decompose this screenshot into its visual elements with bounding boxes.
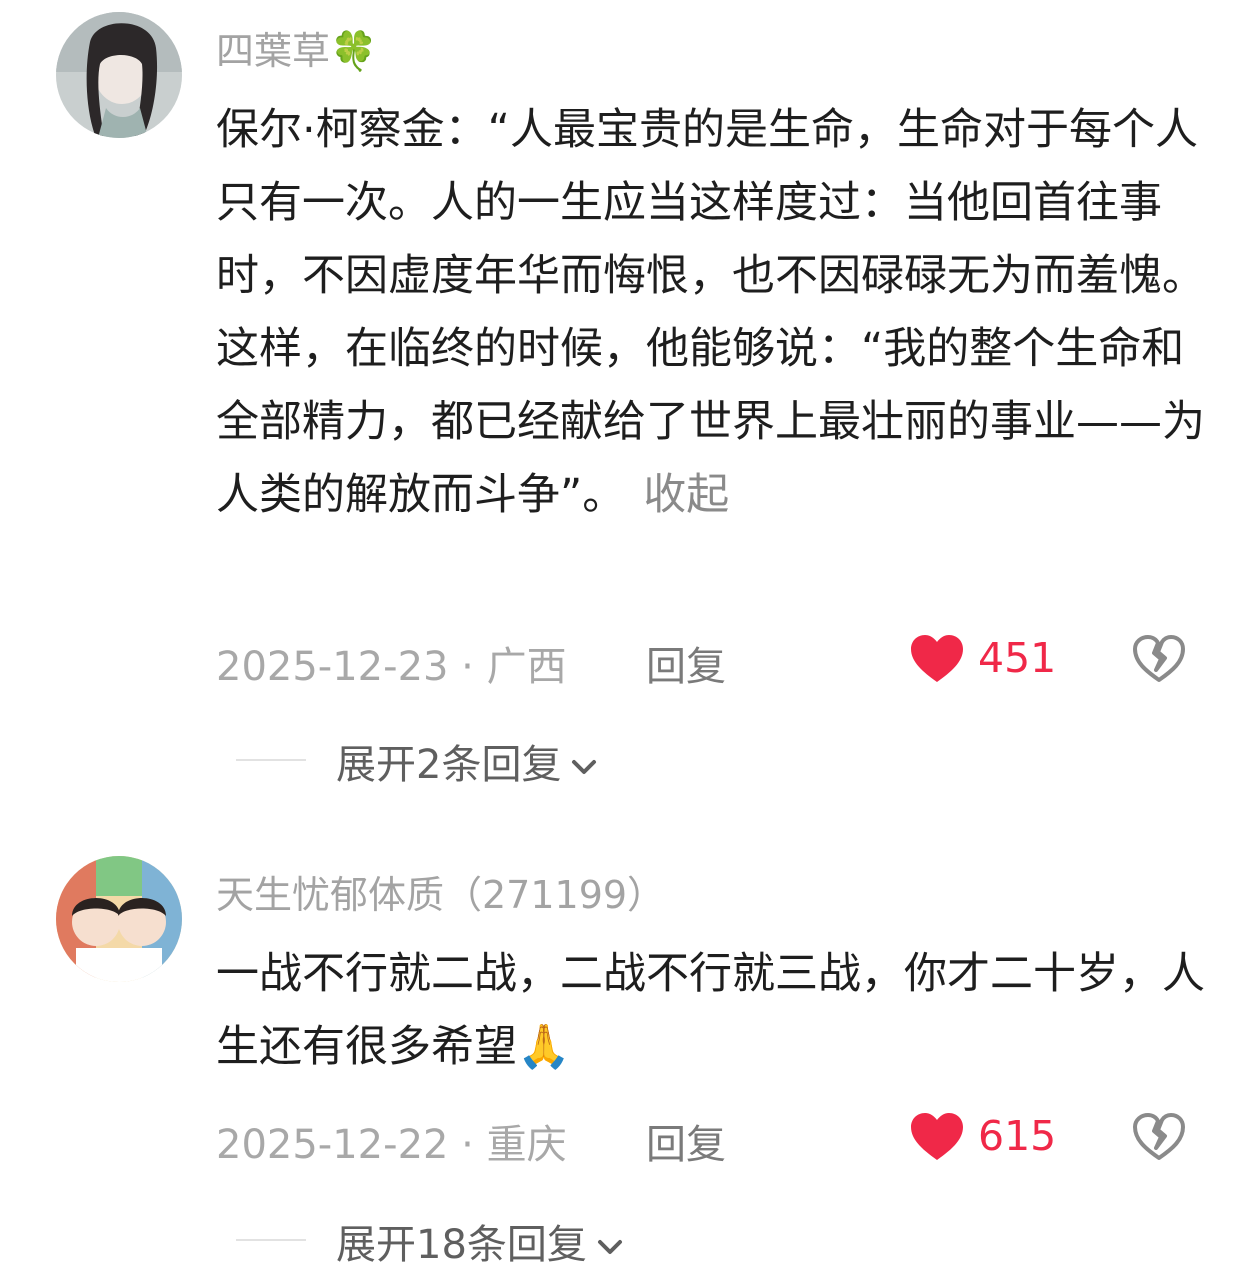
comment-text: 保尔·柯察金：“人最宝贵的是生命，生命对于每个人只有一次。人的一生应当这样度过：… <box>216 105 1205 520</box>
like-count: 615 <box>978 1112 1057 1160</box>
user-avatar[interactable] <box>56 856 182 982</box>
comment-meta: 2025-12-22 · 重庆 回复 615 <box>216 1106 1206 1168</box>
expand-replies[interactable]: 展开18条回复 <box>236 1212 836 1268</box>
divider-line <box>236 759 306 761</box>
heart-filled-icon[interactable] <box>909 634 965 684</box>
heart-filled-icon[interactable] <box>909 1112 965 1162</box>
date-location: 2025-12-22 · 重庆 <box>216 1122 567 1168</box>
expand-replies-label: 展开18条回复 <box>336 1222 587 1268</box>
comment-text: 一战不行就二战，二战不行就三战，你才二十岁，人生还有很多希望🙏 <box>216 949 1205 1072</box>
reply-button[interactable]: 回复 <box>646 634 726 692</box>
divider-line <box>236 1239 306 1241</box>
user-avatar[interactable] <box>56 12 182 138</box>
username[interactable]: 四葉草🍀 <box>216 20 377 75</box>
chevron-down-icon <box>597 1240 622 1254</box>
comment-meta: 2025-12-23 · 广西 回复 451 <box>216 628 1206 690</box>
broken-heart-icon[interactable] <box>1132 634 1186 684</box>
expand-replies[interactable]: 展开2条回复 <box>236 732 836 788</box>
like-count: 451 <box>978 634 1057 682</box>
broken-heart-icon[interactable] <box>1132 1112 1186 1162</box>
expand-replies-label: 展开2条回复 <box>336 742 562 788</box>
comment-item: 天生忧郁体质（271199） 一战不行就二战，二战不行就三战，你才二十岁，人生还… <box>0 840 1255 1275</box>
comment-item: 四葉草🍀 保尔·柯察金：“人最宝贵的是生命，生命对于每个人只有一次。人的一生应当… <box>0 0 1255 800</box>
chevron-down-icon <box>572 760 597 774</box>
date-location: 2025-12-23 · 广西 <box>216 644 567 690</box>
collapse-link[interactable]: 收起 <box>643 470 729 520</box>
username[interactable]: 天生忧郁体质（271199） <box>216 864 665 919</box>
clover-emoji: 🍀 <box>330 29 378 73</box>
reply-button[interactable]: 回复 <box>646 1112 726 1170</box>
